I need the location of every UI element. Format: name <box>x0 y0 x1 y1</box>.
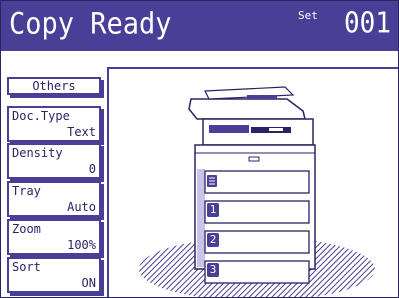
set-count: 001 <box>344 7 391 40</box>
sort-label: Sort <box>12 260 41 274</box>
tray-3-badge: 3 <box>207 263 219 277</box>
zoom-label: Zoom <box>12 222 41 236</box>
tray-1[interactable]: 1 <box>205 201 309 221</box>
set-label: Set <box>298 9 318 22</box>
tray-3[interactable]: 3 <box>205 261 309 281</box>
others-button[interactable]: Others <box>7 77 101 95</box>
zoom-value: 100% <box>67 238 96 252</box>
tray-1-badge: 1 <box>207 203 219 217</box>
machine-panel: 1 2 3 <box>107 67 398 297</box>
sort-button[interactable]: Sort ON <box>7 257 101 293</box>
tray-label: Tray <box>12 184 41 198</box>
tray-2[interactable]: 2 <box>205 231 309 251</box>
tray-button[interactable]: Tray Auto <box>7 181 101 217</box>
density-value: 0 <box>88 162 96 176</box>
doc-type-label: Doc.Type <box>12 109 70 123</box>
density-label: Density <box>12 146 63 160</box>
doc-type-button[interactable]: Doc.Type Text <box>7 106 101 142</box>
zoom-button[interactable]: Zoom 100% <box>7 219 101 255</box>
tray-value: Auto <box>67 200 96 214</box>
settings-sidebar: Others Doc.Type Text Density 0 Tray Auto… <box>1 51 105 297</box>
sort-value: ON <box>81 276 96 290</box>
others-label: Others <box>32 79 76 93</box>
density-button[interactable]: Density 0 <box>7 143 101 179</box>
copier-screen: Copy Ready Set 001 Others Doc.Type Text … <box>0 0 399 298</box>
doc-type-value: Text <box>67 125 96 139</box>
status-title: Copy Ready <box>9 7 172 42</box>
tray-2-badge: 2 <box>207 233 219 247</box>
status-bar: Copy Ready Set 001 <box>1 1 398 51</box>
